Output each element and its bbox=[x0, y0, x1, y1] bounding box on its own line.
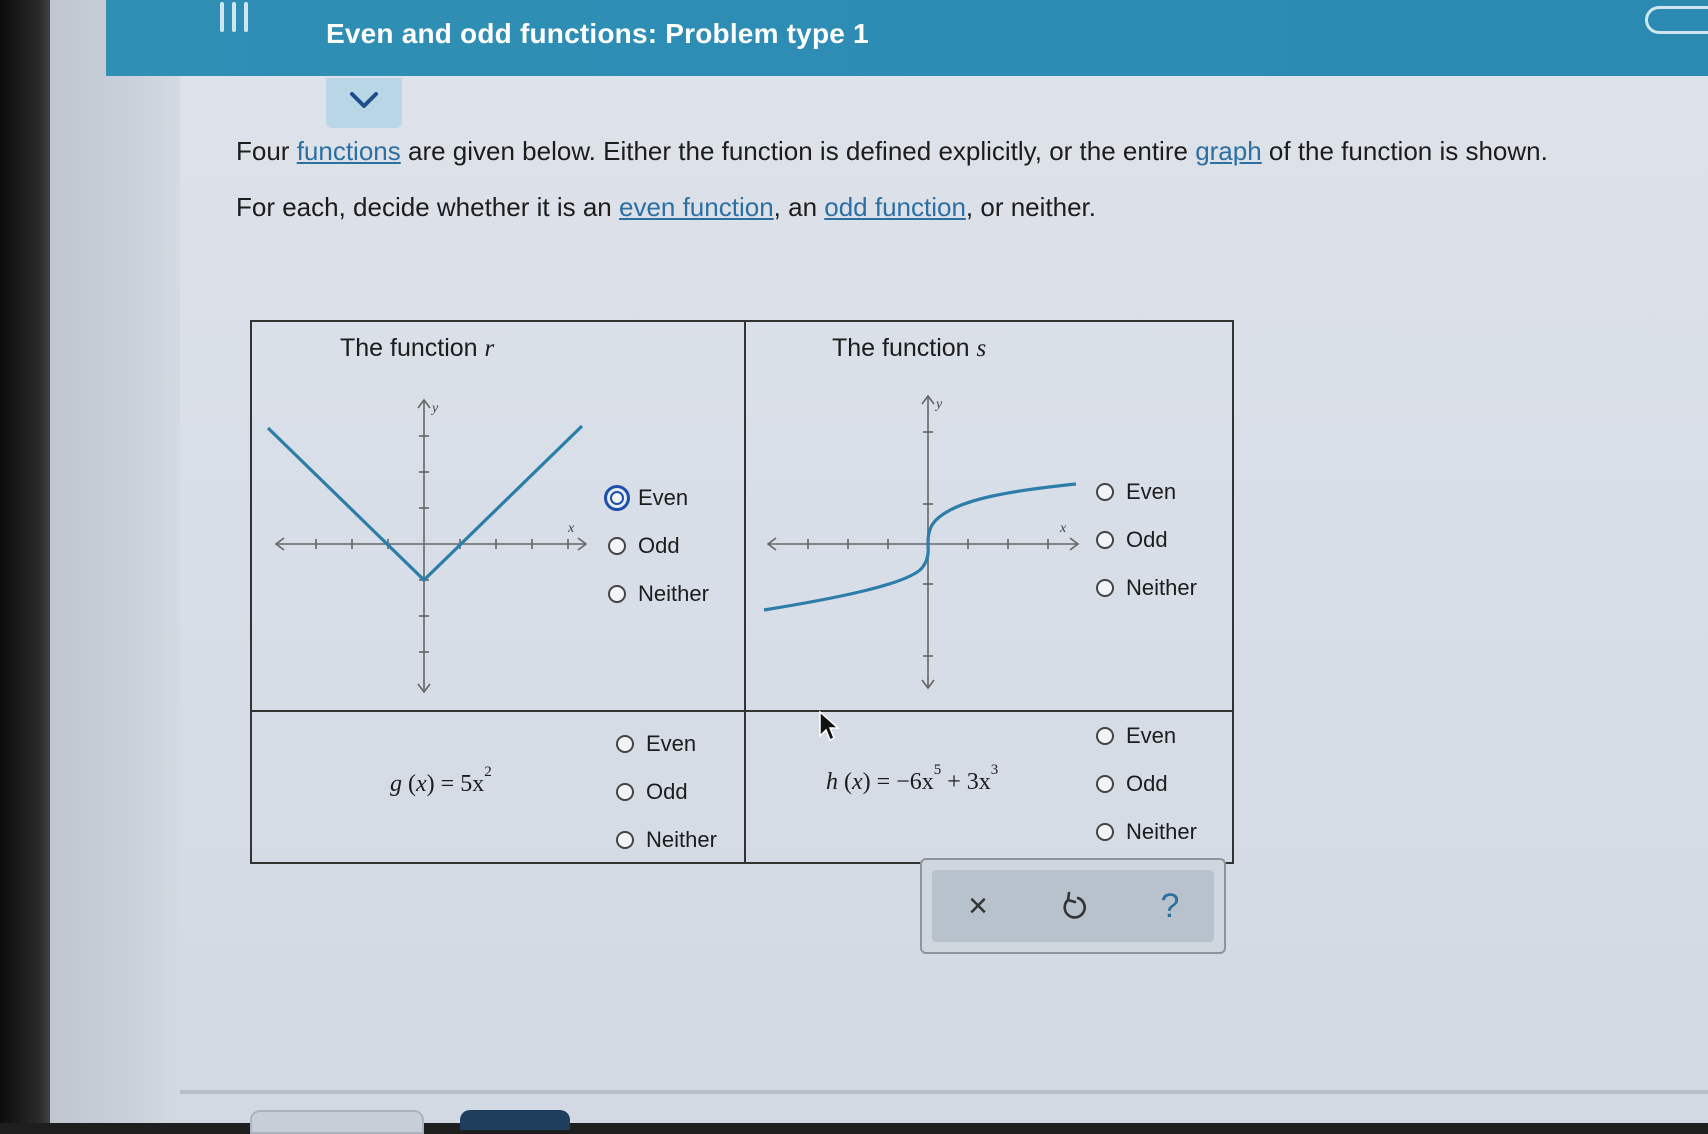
help-icon: ? bbox=[1160, 886, 1180, 925]
function-h-options: Even Odd Neither bbox=[1096, 712, 1197, 856]
option-s-even[interactable]: Even bbox=[1096, 468, 1197, 516]
chevron-down-icon bbox=[350, 92, 378, 108]
radio-icon bbox=[616, 783, 634, 801]
monitor-bezel bbox=[0, 0, 56, 1123]
x-axis-label: x bbox=[1059, 521, 1067, 536]
link-functions[interactable]: functions bbox=[297, 136, 401, 166]
radio-icon bbox=[1096, 579, 1114, 597]
option-s-odd[interactable]: Odd bbox=[1096, 516, 1197, 564]
radio-icon bbox=[608, 585, 626, 603]
radio-icon bbox=[1096, 483, 1114, 501]
option-h-odd[interactable]: Odd bbox=[1096, 760, 1197, 808]
close-icon: × bbox=[968, 886, 988, 925]
radio-icon bbox=[1096, 823, 1114, 841]
undo-button[interactable] bbox=[1050, 884, 1098, 928]
function-s-options: Even Odd Neither bbox=[1096, 468, 1197, 612]
instructions-line-1: Four functions are given below. Either t… bbox=[236, 136, 1548, 166]
header-bar: Even and odd functions: Problem type 1 bbox=[106, 0, 1708, 76]
link-odd-function[interactable]: odd function bbox=[824, 192, 966, 222]
page-title: Even and odd functions: Problem type 1 bbox=[326, 18, 869, 49]
function-g-options: Even Odd Neither bbox=[616, 720, 717, 864]
option-g-odd[interactable]: Odd bbox=[616, 768, 717, 816]
function-h-formula: h (x) = −6x5 + 3x3 bbox=[826, 762, 999, 795]
link-graph[interactable]: graph bbox=[1195, 136, 1262, 166]
footer-tab-right[interactable] bbox=[460, 1110, 570, 1130]
screen: Even and odd functions: Problem type 1 F… bbox=[50, 0, 1708, 1134]
radio-icon bbox=[616, 735, 634, 753]
footer-divider bbox=[180, 1090, 1708, 1094]
link-even-function[interactable]: even function bbox=[619, 192, 774, 222]
mouse-cursor-icon bbox=[819, 710, 840, 742]
answer-toolbar: × ? bbox=[920, 858, 1226, 954]
collapse-button[interactable] bbox=[326, 78, 402, 128]
function-s-title: The function s bbox=[832, 334, 987, 362]
table-divider-vertical bbox=[744, 322, 746, 862]
function-r-curve bbox=[266, 424, 584, 583]
instructions-line-2: For each, decide whether it is an even f… bbox=[236, 192, 1096, 222]
y-axis-label: y bbox=[430, 401, 439, 416]
radio-icon bbox=[604, 485, 630, 511]
radio-icon bbox=[1096, 727, 1114, 745]
left-gutter bbox=[50, 0, 180, 1123]
function-r-options: Even Odd Neither bbox=[604, 474, 709, 618]
option-s-neither[interactable]: Neither bbox=[1096, 564, 1197, 612]
option-h-even[interactable]: Even bbox=[1096, 712, 1197, 760]
help-button[interactable]: ? bbox=[1146, 884, 1194, 928]
radio-icon bbox=[1096, 531, 1114, 549]
radio-icon bbox=[616, 831, 634, 849]
table-divider-horizontal bbox=[252, 710, 1232, 712]
toolbar-inner: × ? bbox=[932, 870, 1214, 942]
option-r-even[interactable]: Even bbox=[604, 474, 709, 522]
option-r-neither[interactable]: Neither bbox=[608, 570, 709, 618]
option-h-neither[interactable]: Neither bbox=[1096, 808, 1197, 856]
function-r-title: The function r bbox=[340, 334, 495, 362]
radio-icon bbox=[608, 537, 626, 555]
clear-button[interactable]: × bbox=[954, 884, 1002, 928]
function-s-graph: y x bbox=[763, 394, 1080, 690]
option-r-odd[interactable]: Odd bbox=[608, 522, 709, 570]
header-toggle[interactable] bbox=[1645, 6, 1708, 34]
undo-icon bbox=[1063, 891, 1086, 919]
radio-icon bbox=[1096, 775, 1114, 793]
function-r-graph: y x bbox=[266, 398, 588, 694]
function-s-curve bbox=[763, 482, 1077, 612]
footer-tab-left[interactable] bbox=[250, 1110, 424, 1134]
function-g-formula: g (x) = 5x2 bbox=[390, 764, 492, 797]
option-g-neither[interactable]: Neither bbox=[616, 816, 717, 864]
option-g-even[interactable]: Even bbox=[616, 720, 717, 768]
menu-icon[interactable] bbox=[216, 2, 256, 32]
y-axis-label: y bbox=[934, 397, 943, 412]
x-axis-label: x bbox=[567, 521, 575, 536]
functions-table: The function r y x Even Odd Neither The … bbox=[250, 320, 1234, 864]
